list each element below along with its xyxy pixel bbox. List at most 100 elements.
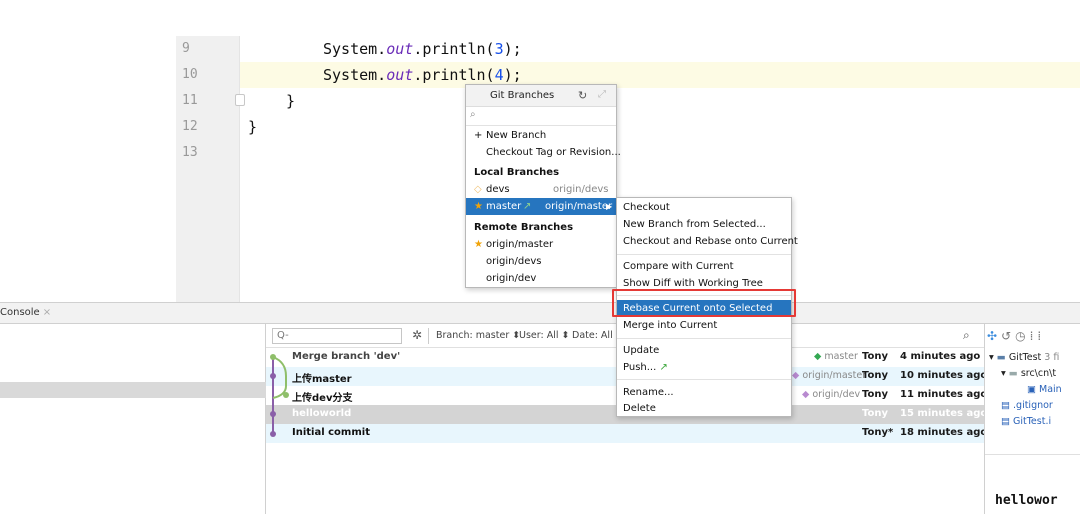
file-count: 3 fi — [1044, 352, 1060, 363]
tool-window-header: Console × — [0, 302, 1080, 324]
tab-label: Console — [0, 307, 40, 318]
changes-pane: ✣↺◷⁞⁞ ▾ ▬ GitTest 3 fi ▾ ▬ src\cn\t ▣ Ma… — [984, 324, 1080, 514]
fold-marker-icon[interactable] — [235, 94, 245, 106]
remote-branch-item[interactable]: origin/devs — [466, 253, 616, 270]
search-icon[interactable]: ⌕ — [470, 109, 476, 120]
tree-item-file[interactable]: ▤ .gitignor — [1001, 400, 1053, 411]
menu-item-merge-into-current[interactable]: Merge into Current — [617, 317, 791, 334]
branch-name: origin/devs — [486, 256, 542, 267]
folder-icon: ▬ — [996, 352, 1006, 363]
commit-refs: ◆ master — [814, 351, 858, 362]
branch-filter[interactable]: Branch: master ⬍ — [436, 330, 520, 341]
commit-subject: 上传master — [292, 374, 352, 385]
code-token: System. — [323, 66, 387, 84]
line-number: 12 — [182, 119, 198, 134]
close-icon[interactable]: × — [43, 307, 51, 318]
branch-item-devs[interactable]: ◇ devs origin/devs — [466, 181, 616, 198]
divider — [466, 125, 616, 126]
code-line-11[interactable]: } — [286, 88, 295, 114]
tracking-branch: origin/devs — [553, 184, 609, 195]
git-branches-popup: Git Branches ↻ ⤢ ⌕ + New Branch Checkout … — [465, 84, 621, 288]
commit-subject: Merge branch 'dev' — [292, 351, 401, 362]
commit-author: Tony — [862, 389, 889, 400]
menu-item-push[interactable]: Push... ↗ — [617, 359, 791, 376]
gear-icon[interactable]: ✲ — [412, 328, 422, 342]
date-filter[interactable]: Date: All — [572, 330, 613, 341]
commit-refs: ◆ origin/master — [792, 370, 866, 381]
popup-title-bar: Git Branches ↻ ⤢ — [466, 85, 616, 107]
expand-icon[interactable]: ✣ — [987, 329, 1001, 343]
tree-item-root[interactable]: ▾ ▬ GitTest 3 fi — [989, 352, 1059, 363]
log-search-input[interactable]: Q- — [272, 328, 402, 344]
branches-pane — [0, 324, 266, 514]
changes-toolbar: ✣↺◷⁞⁞ — [987, 329, 1045, 343]
graph-node — [283, 392, 289, 398]
menu-label: Checkout Tag or Revision... — [486, 147, 621, 158]
star-icon: ★ — [474, 239, 483, 250]
push-arrow-icon: ↗ — [523, 201, 532, 212]
branch-name: master — [486, 201, 522, 212]
branch-item-master[interactable]: ★ master ↗ origin/master ▶ — [466, 198, 616, 215]
tree-item-file[interactable]: ▤ GitTest.i — [1001, 416, 1051, 427]
tree-label: GitTest.i — [1013, 416, 1052, 427]
ref-label: origin/dev — [812, 389, 861, 400]
search-icon[interactable]: ⌕ — [963, 328, 970, 343]
selected-branch-row[interactable] — [0, 382, 266, 398]
tag-icon: ◇ — [474, 184, 482, 195]
local-branches-header: Local Branches — [466, 164, 616, 181]
section-label: Remote Branches — [474, 222, 574, 233]
menu-item-checkout[interactable]: Checkout — [617, 199, 791, 216]
undo-icon[interactable]: ↺ — [1001, 329, 1015, 343]
menu-divider — [617, 379, 791, 380]
star-icon: ★ — [474, 201, 483, 212]
menu-item-checkout-and-rebase[interactable]: Checkout and Rebase onto Current — [617, 233, 798, 250]
line-number: 10 — [182, 67, 198, 82]
java-file-icon: ▣ — [1027, 384, 1036, 395]
code-token: ); — [503, 40, 522, 58]
remote-branch-item[interactable]: origin/dev — [466, 270, 616, 287]
folder-icon: ▬ — [1008, 368, 1018, 379]
commit-message-preview: hellowor — [995, 493, 1058, 508]
tree-item-folder[interactable]: ▾ ▬ src\cn\t — [1001, 368, 1056, 379]
commit-subject: helloworld — [292, 408, 352, 419]
tree-label: Main — [1039, 384, 1062, 395]
line-number-gutter: 9 10 11 12 13 — [176, 36, 240, 302]
filter-label: Date: All — [572, 330, 613, 341]
graph-node — [270, 411, 276, 417]
commit-row[interactable]: Initial commit Tony* 18 minutes ago — [266, 424, 987, 443]
code-token-field: out — [386, 66, 414, 84]
tree-item-file[interactable]: ▣ Main — [1027, 384, 1062, 395]
code-line-9[interactable]: System.out.println(3); — [323, 36, 522, 62]
commit-author: Tony* — [862, 427, 894, 438]
menu-divider — [617, 338, 791, 339]
commit-date: 15 minutes ago — [900, 408, 988, 419]
section-label: Local Branches — [474, 167, 560, 178]
menu-item-update[interactable]: Update — [617, 342, 791, 359]
branch-name: origin/dev — [486, 273, 537, 284]
tab-console[interactable]: Console × — [0, 307, 51, 318]
remote-branch-item[interactable]: ★ origin/master — [466, 236, 616, 253]
toolbar-divider — [428, 328, 429, 344]
commit-graph — [270, 354, 289, 437]
layout-icon[interactable]: ⁞⁞ — [1030, 329, 1046, 343]
menu-item-rename[interactable]: Rename... — [617, 384, 791, 401]
commit-details: hellowor — [985, 454, 1080, 514]
refresh-icon[interactable]: ↻ — [578, 89, 587, 102]
user-filter[interactable]: User: All ⬍ — [519, 330, 569, 341]
filter-label: Branch: master — [436, 330, 510, 341]
commit-author: Tony — [862, 351, 889, 362]
menu-item-compare-with-current[interactable]: Compare with Current — [617, 258, 791, 275]
menu-item-new-branch-from-selected[interactable]: New Branch from Selected... — [617, 216, 791, 233]
new-branch-item[interactable]: + New Branch — [466, 127, 616, 144]
tree-label: GitTest — [1008, 352, 1042, 363]
tracking-branch: origin/master — [545, 201, 613, 212]
menu-label: New Branch — [486, 130, 547, 141]
history-icon[interactable]: ◷ — [1015, 329, 1029, 343]
tree-label: src\cn\t — [1020, 368, 1057, 379]
commit-date: 4 minutes ago — [900, 351, 981, 362]
checkout-tag-item[interactable]: Checkout Tag or Revision... — [466, 144, 621, 161]
code-line-12[interactable]: } — [248, 114, 257, 140]
graph-node — [270, 431, 276, 437]
pin-icon[interactable]: ⤢ — [598, 89, 606, 100]
menu-item-delete[interactable]: Delete — [617, 400, 791, 417]
